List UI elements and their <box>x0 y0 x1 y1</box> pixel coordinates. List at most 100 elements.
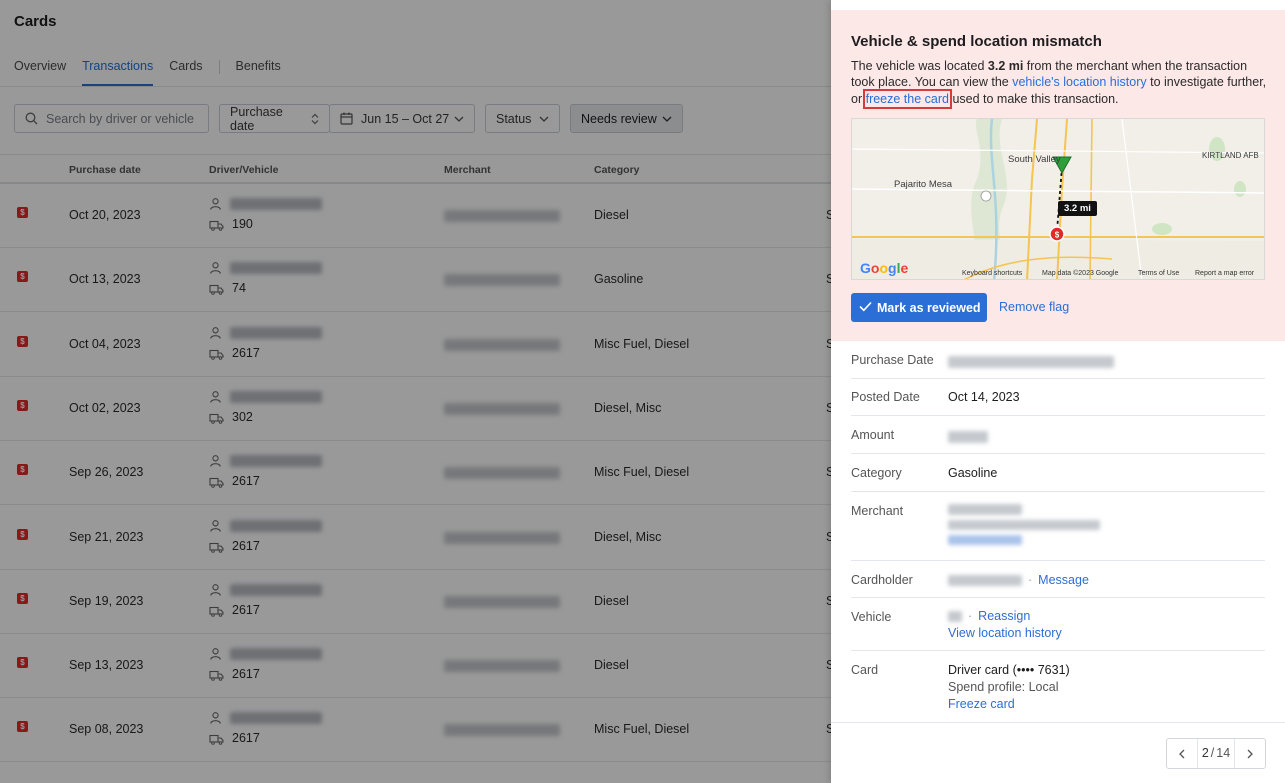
purchase-date-cell: Oct 20, 2023 <box>69 208 141 222</box>
detail-row-vehicle: Vehicle · Reassign View location history <box>851 598 1265 651</box>
card-value: Driver card (•••• 7631) Spend profile: L… <box>948 662 1070 713</box>
tab-benefits[interactable]: Benefits <box>236 58 281 86</box>
freeze-card-link[interactable]: Freeze card <box>948 697 1015 711</box>
freeze-the-card-link[interactable]: freeze the card <box>862 88 952 109</box>
posted-date-value: Oct 14, 2023 <box>948 390 1020 404</box>
tab-transactions[interactable]: Transactions <box>82 58 154 86</box>
panel-footer-divider <box>831 722 1285 723</box>
report-map-error-link[interactable]: Report a map error <box>1195 270 1254 277</box>
detail-row-card: Card Driver card (•••• 7631) Spend profi… <box>851 651 1265 723</box>
merchant-redacted <box>444 595 560 608</box>
date-range-value: Jun 15 – Oct 27 <box>361 111 450 126</box>
truck-icon <box>209 412 224 427</box>
purchase-date-cell: Oct 13, 2023 <box>69 272 141 287</box>
table-row[interactable]: $ Oct 13, 2023 74 Gasoline S <box>0 248 831 313</box>
spend-profile: Spend profile: Local <box>948 680 1059 694</box>
cardholder-value: · Message <box>948 572 1089 589</box>
table-row[interactable]: $ Oct 02, 2023 302 Diesel, Misc S <box>0 377 831 441</box>
table-row[interactable]: $ Sep 08, 2023 2617 Misc Fuel, Diesel S <box>0 698 831 763</box>
alert-text: used to make this transaction. <box>948 91 1119 106</box>
table-row[interactable]: $ Sep 19, 2023 2617 Diesel S <box>0 570 831 634</box>
table-row[interactable]: $ Oct 04, 2023 2617 Misc Fuel, Diesel S <box>0 313 831 377</box>
distance-tag: 3.2 mi <box>1058 201 1097 216</box>
search-placeholder: Search by driver or vehicle <box>46 111 194 126</box>
detail-label: Amount <box>851 428 895 442</box>
alert-text: The vehicle was located <box>851 59 988 73</box>
reassign-link[interactable]: Reassign <box>978 609 1030 623</box>
tab-overview[interactable]: Overview <box>14 58 66 86</box>
category-cell: Misc Fuel, Diesel <box>594 465 690 480</box>
column-header-driver-vehicle[interactable]: Driver/Vehicle <box>209 164 278 176</box>
detail-label: Posted Date <box>851 390 920 404</box>
category-cell: Diesel, Misc <box>594 400 662 415</box>
table-row[interactable]: $ Sep 21, 2023 2617 Diesel, Misc S <box>0 506 831 570</box>
date-range-picker[interactable]: Jun 15 – Oct 27 <box>329 104 475 133</box>
page-separator: / <box>1210 746 1215 760</box>
vehicle-cell: 2617 <box>232 602 260 617</box>
svg-text:$: $ <box>1055 231 1060 240</box>
location-map[interactable]: $ South Valley Pajarito Mesa KIRTLAND AF… <box>851 118 1265 280</box>
category-cell: Gasoline <box>594 272 644 287</box>
terms-of-use-link[interactable]: Terms of Use <box>1138 270 1179 277</box>
chevron-left-icon <box>1179 749 1185 759</box>
purchase-date-cell: Sep 13, 2023 <box>69 658 144 673</box>
person-icon <box>210 391 221 406</box>
detail-row-purchase-date: Purchase Date <box>851 341 1265 379</box>
category-cell: Diesel, Misc <box>594 529 662 544</box>
truck-icon <box>209 541 224 556</box>
remove-flag-link[interactable]: Remove flag <box>999 300 1069 314</box>
driver-name-redacted <box>230 326 322 339</box>
purchase-date-cell: Sep 21, 2023 <box>69 529 144 544</box>
transaction-detail-panel: Vehicle & spend location mismatch The ve… <box>831 0 1285 783</box>
page-title: Cards <box>14 13 57 30</box>
tab-cards[interactable]: Cards <box>169 58 202 86</box>
view-location-history-link[interactable]: View location history <box>948 626 1062 640</box>
tab-bar: Overview Transactions Cards Benefits <box>14 58 297 86</box>
next-button[interactable] <box>1235 739 1265 768</box>
truck-icon <box>209 283 224 298</box>
detail-row-amount: Amount <box>851 416 1265 454</box>
previous-button[interactable] <box>1167 739 1197 768</box>
table-row[interactable]: $ Sep 26, 2023 2617 Misc Fuel, Diesel S <box>0 441 831 506</box>
flag-icon: $ <box>17 592 28 604</box>
merchant-redacted <box>444 210 560 222</box>
truck-icon <box>209 219 224 234</box>
truck-icon <box>209 733 224 748</box>
detail-row-category: Category Gasoline <box>851 454 1265 492</box>
flag-icon: $ <box>17 399 28 411</box>
column-header-category[interactable]: Category <box>594 164 640 176</box>
mark-as-reviewed-button[interactable]: Mark as reviewed <box>851 293 987 322</box>
flag-icon: $ <box>17 721 28 733</box>
current-page: 2 <box>1201 746 1209 760</box>
table-row[interactable]: $ Oct 20, 2023 190 Diesel S <box>0 184 831 248</box>
vehicle-location-history-link[interactable]: vehicle's location history <box>1012 75 1146 89</box>
column-header-purchase-date[interactable]: Purchase date <box>69 164 141 176</box>
tab-divider <box>218 60 220 74</box>
map-data-attribution: Map data ©2023 Google <box>1042 270 1119 277</box>
flag-icon: $ <box>17 528 28 540</box>
search-icon <box>25 112 38 125</box>
column-header-merchant[interactable]: Merchant <box>444 164 491 176</box>
flag-icon: $ <box>17 657 28 669</box>
person-icon <box>210 455 221 470</box>
status-filter[interactable]: Status <box>485 104 560 133</box>
chevron-down-icon <box>454 116 464 122</box>
needs-review-filter[interactable]: Needs review <box>570 104 683 133</box>
purchase-date-value-redacted <box>948 353 1114 370</box>
flag-icon: $ <box>17 207 28 218</box>
message-link[interactable]: Message <box>1038 573 1089 587</box>
person-icon <box>210 648 221 663</box>
keyboard-shortcuts-link[interactable]: Keyboard shortcuts <box>962 270 1022 277</box>
detail-label: Purchase Date <box>851 353 934 367</box>
google-logo: Google <box>860 260 909 276</box>
sort-icon <box>311 113 319 125</box>
purchase-date-sort[interactable]: Purchase date <box>219 104 330 133</box>
checkmark-icon <box>859 301 872 315</box>
alert-distance: 3.2 mi <box>987 59 1024 73</box>
detail-label: Category <box>851 466 902 480</box>
tabs-divider <box>0 86 831 87</box>
search-input[interactable]: Search by driver or vehicle <box>14 104 209 133</box>
table-row[interactable]: $ Sep 13, 2023 2617 Diesel S <box>0 634 831 699</box>
person-icon <box>210 326 221 342</box>
page-indicator: 2/14 <box>1197 739 1235 768</box>
